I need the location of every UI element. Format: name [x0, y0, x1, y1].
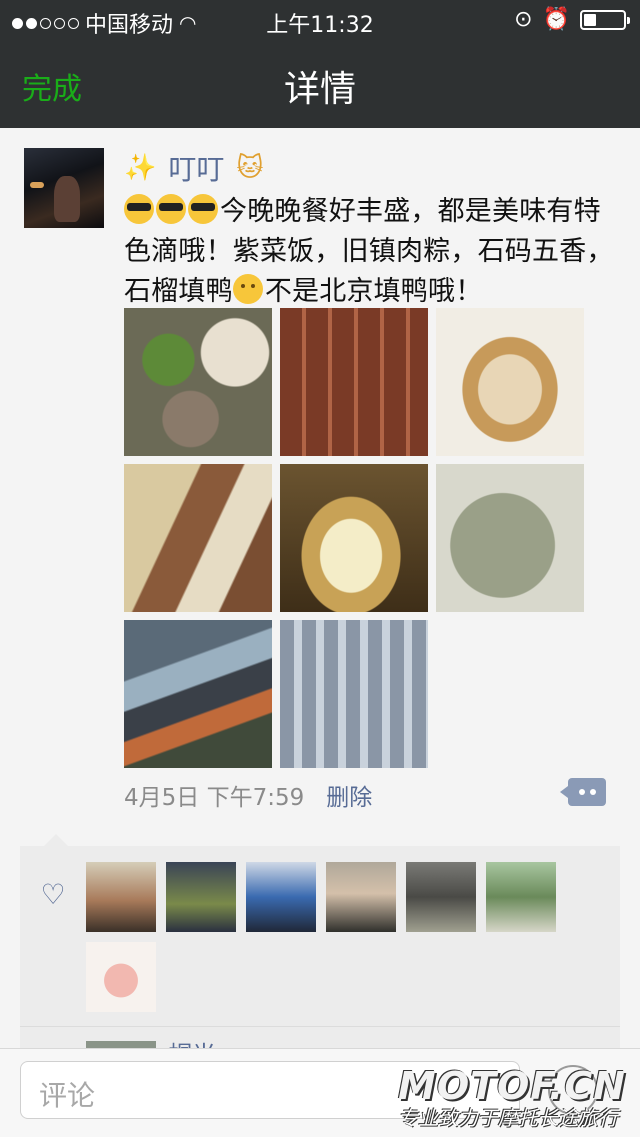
page-title: 详情 [283, 69, 356, 110]
author-name-row[interactable]: ✨ 叮叮 🐱 [124, 148, 264, 188]
liker-avatar[interactable] [486, 862, 556, 932]
post-timestamp: 4月5日 下午7:59 [124, 785, 305, 811]
photo-seafood-market[interactable] [124, 620, 272, 768]
watermark: MOTOF.CN 专业致力于摩托长途旅行 [398, 1066, 640, 1136]
author-avatar[interactable] [24, 148, 104, 228]
photo-rice-dumpling[interactable] [280, 464, 428, 612]
battery-icon [580, 9, 630, 30]
delete-button[interactable]: 删除 [326, 778, 372, 812]
thinking-emoji-icon [232, 274, 263, 304]
nav-bar: 完成 详情 [0, 40, 640, 128]
photo-steamed-fish[interactable] [436, 308, 584, 456]
post-text-part2: 不是北京填鸭哦！ [264, 276, 483, 307]
author-name[interactable]: 叮叮 [168, 148, 224, 188]
liker-avatar[interactable] [166, 862, 236, 932]
photo-braised-duck[interactable] [124, 464, 272, 612]
liker-avatar[interactable] [246, 862, 316, 932]
liker-avatar[interactable] [326, 862, 396, 932]
post-meta: 4月5日 下午7:59 删除 [124, 778, 372, 812]
comment-more-button[interactable] [560, 778, 606, 806]
comment-placeholder: 评论 [39, 1079, 96, 1112]
photo-meat-rolls[interactable] [280, 308, 428, 456]
photo-dinner-table[interactable] [124, 308, 272, 456]
photo-seaweed-rice[interactable] [436, 464, 584, 612]
sparkle-icon: ✨ [124, 153, 157, 183]
likes-panel: ♡ [20, 834, 620, 1026]
photo-fish-trays[interactable] [280, 620, 428, 768]
watermark-slogan: 专业致力于摩托长途旅行 [398, 1106, 618, 1130]
sunglasses-emoji-icon [124, 194, 154, 224]
photo-grid [124, 308, 584, 768]
rotation-lock-icon: ⊙ [514, 7, 533, 32]
sunglasses-emoji-icon [156, 194, 186, 224]
liker-avatar[interactable] [86, 862, 156, 932]
liker-avatar[interactable] [406, 862, 476, 932]
heart-icon: ♡ [40, 878, 66, 911]
liker-avatar[interactable] [86, 942, 156, 1012]
cat-icon: 🐱 [236, 153, 264, 183]
alarm-icon: ⏰ [542, 7, 570, 32]
sunglasses-emoji-icon [188, 194, 218, 224]
status-bar: 中国移动 ◠ 上午11:32 ⊙ ⏰ [0, 0, 640, 40]
post-text: 今晚晚餐好丰盛，都是美味有特色滴哦！紫菜饭，旧镇肉粽，石码五香，石榴填鸭 不是北京… [124, 192, 624, 312]
watermark-logo: MOTOF.CN [398, 1064, 627, 1108]
